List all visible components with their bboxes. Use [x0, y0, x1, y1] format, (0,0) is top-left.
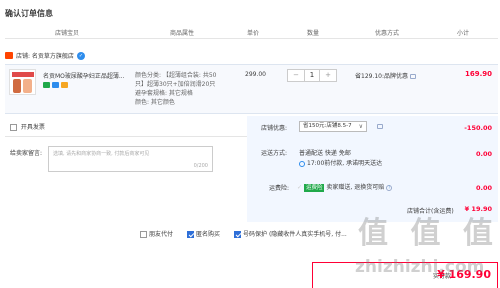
col-items: 店铺宝贝	[55, 30, 80, 37]
store-discount-option: 省150元:店铺8.5-7	[303, 123, 352, 129]
check-icon: ✓	[297, 184, 303, 191]
chevron-down-icon: ∨	[358, 123, 363, 130]
badge-card-icon	[61, 82, 68, 88]
insurance-value: 0.00	[475, 184, 492, 192]
message-counter: 0/200	[193, 163, 208, 169]
seller-message-textarea[interactable]: 选填, 请先和商家协商一致, 付款后商家可见 0/200	[48, 146, 213, 172]
invoice-checkbox[interactable]	[10, 124, 17, 131]
col-subtotal: 小计	[457, 30, 470, 37]
watermark-url: zhizhizhi.com	[355, 257, 485, 277]
anonymous-checkbox[interactable]	[187, 231, 195, 238]
option-anonymous[interactable]: 匿名购买	[187, 229, 220, 238]
col-promo: 优惠方式	[375, 30, 400, 37]
invoice-row: 开具发票	[10, 122, 45, 131]
chat-icon[interactable]: ✓	[76, 51, 85, 60]
store-icon	[5, 52, 13, 59]
friend-pay-checkbox[interactable]	[140, 231, 147, 238]
order-item: 名贡MO玻尿酸孕妇正品超薄... 颜色分类: 【超薄组合装: 共50 只】超薄3…	[5, 64, 498, 114]
shipping-value: 0.00	[475, 150, 492, 158]
discount-info-icon[interactable]	[376, 124, 383, 129]
clock-icon	[299, 160, 305, 167]
badge-guarantee-icon	[43, 82, 50, 88]
item-subtotal: 169.90	[464, 70, 492, 78]
number-protect-label: 号码保护 (隐藏收件人真实手机号, 付...	[243, 231, 347, 238]
summary-panel: 店铺优惠: 省150元:店铺8.5-7 ∨ -150.00 运送方式: 普通配送 …	[247, 116, 498, 222]
insurance-row: ✓ 运费险 卖家赠送, 退换货可赔 ?	[297, 182, 393, 192]
shipping-time-row: 17:00前付款, 承诺明天送达	[299, 158, 382, 167]
shipping-method[interactable]: 普通配送 快递 免邮	[299, 148, 351, 157]
insurance-desc: 卖家赠送, 退换货可赔	[326, 184, 385, 191]
badge-shield-icon	[52, 82, 59, 88]
message-label: 给卖家留言:	[10, 150, 43, 157]
sku-line: 颜色分类: 【超薄组合装: 共50	[135, 72, 217, 79]
invoice-label[interactable]: 开具发票	[21, 124, 45, 131]
help-icon[interactable]: ?	[386, 184, 393, 191]
item-promo: 省129.10:品牌优惠	[355, 71, 417, 80]
table-header: 店铺宝贝 商品属性 单价 数量 优惠方式 小计	[5, 24, 498, 39]
anonymous-label: 匿名购买	[196, 231, 221, 238]
insurance-label: 运费险:	[269, 185, 290, 192]
order-options-panel: 开具发票 给卖家留言: 选填, 请先和商家协商一致, 付款后商家可见 0/200	[5, 116, 247, 222]
store-discount-row: 省150元:店铺8.5-7 ∨	[299, 121, 383, 132]
store-row: 店铺: 名贡草方旗舰店 ✓	[5, 51, 85, 60]
sku-line: 只】超薄30只+加倍润滑20只	[135, 81, 216, 88]
promo-detail-icon[interactable]	[410, 74, 417, 79]
friend-pay-label: 朋友代付	[149, 231, 174, 238]
product-title[interactable]: 名贡MO玻尿酸孕妇正品超薄...	[43, 71, 125, 80]
message-placeholder: 选填, 请先和商家协商一致, 付款后商家可见	[53, 151, 150, 157]
qty-input[interactable]: 1	[304, 70, 320, 81]
shipping-time: 17:00前付款, 承诺明天送达	[307, 160, 383, 167]
store-discount-label: 店铺优惠:	[261, 125, 288, 132]
store-discount-value: -150.00	[464, 124, 492, 132]
option-friend-pay[interactable]: 朋友代付	[140, 229, 173, 238]
store-name[interactable]: 店铺: 名贡草方旗舰店	[16, 51, 74, 60]
col-qty: 数量	[307, 30, 320, 37]
number-protect-checkbox[interactable]	[234, 231, 242, 238]
col-price: 单价	[247, 30, 260, 37]
option-number-protect[interactable]: 号码保护 (隐藏收件人真实手机号, 付...	[234, 229, 347, 238]
sku-line: 避孕套规格: 其它规格	[135, 90, 193, 97]
insurance-chip: 运费险	[303, 183, 325, 192]
unit-price: 299.00	[245, 71, 266, 78]
shipping-label: 运送方式:	[261, 150, 288, 157]
sku-line: 颜色: 其它颜色	[135, 99, 175, 106]
divider	[5, 136, 247, 137]
watermark-glyphs: 值 值 值	[358, 216, 499, 251]
service-badges	[43, 82, 68, 88]
page-title: 确认订单信息	[5, 9, 53, 18]
qty-decrease-button[interactable]: −	[288, 70, 304, 81]
store-discount-select[interactable]: 省150元:店铺8.5-7 ∨	[299, 121, 367, 132]
qty-increase-button[interactable]: +	[320, 70, 336, 81]
bottom-options: 朋友代付 匿名购买 号码保护 (隐藏收件人真实手机号, 付...	[140, 229, 347, 238]
col-attrs: 商品属性	[170, 30, 195, 37]
product-thumbnail[interactable]	[9, 69, 36, 95]
quantity-stepper: − 1 +	[287, 69, 337, 82]
item-promo-text: 省129.10:品牌优惠	[355, 73, 409, 80]
